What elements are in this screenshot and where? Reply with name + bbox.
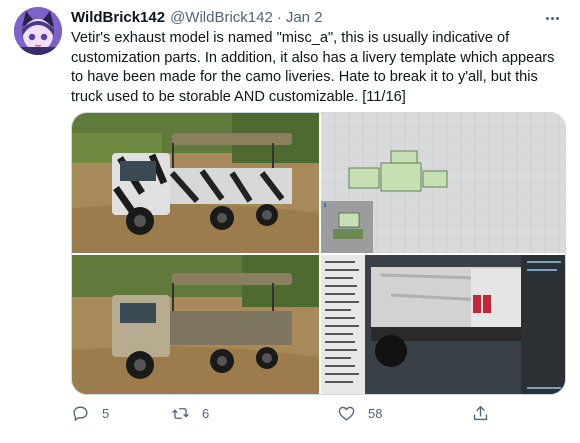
like-count: 58 (368, 405, 383, 421)
retweet-button[interactable]: 6 (171, 402, 209, 424)
author-handle[interactable]: @WildBrick142 (170, 9, 273, 26)
media-grid[interactable] (71, 112, 566, 395)
separator-dot: · (276, 8, 282, 26)
share-button[interactable] (471, 402, 490, 424)
avatar[interactable] (14, 7, 62, 55)
reply-count: 5 (102, 405, 110, 421)
tweet-text: Vetir's exhaust model is named "misc_a",… (71, 30, 555, 105)
tweet[interactable]: WildBrick142 @WildBrick142 · Jan 2 Vetir… (0, 0, 580, 443)
media-photo-camo-truck[interactable] (72, 113, 319, 253)
reply-button[interactable]: 5 (71, 402, 109, 424)
author-name[interactable]: WildBrick142 (71, 9, 165, 26)
retweet-count: 6 (202, 405, 210, 421)
retweet-icon (172, 407, 189, 419)
more-icon[interactable] (540, 8, 564, 28)
like-button[interactable]: 58 (337, 402, 382, 424)
tweet-date[interactable]: Jan 2 (286, 9, 323, 26)
reply-icon (73, 405, 88, 421)
media-photo-livery-template[interactable] (321, 113, 565, 253)
tweet-actions: 5 6 58 (71, 402, 491, 424)
like-icon (338, 406, 355, 421)
media-photo-tan-truck[interactable] (72, 255, 319, 394)
media-photo-model-viewer[interactable] (321, 255, 565, 394)
share-icon (473, 405, 488, 420)
tweet-header: WildBrick142 @WildBrick142 · Jan 2 (71, 7, 323, 27)
